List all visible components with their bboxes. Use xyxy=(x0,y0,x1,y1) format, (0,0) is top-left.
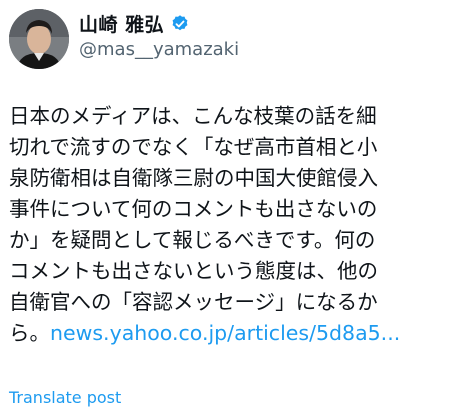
post-text-line: 切れで流すのでなく「なぜ高市首相と小 xyxy=(9,135,378,159)
verified-badge-icon xyxy=(172,14,188,30)
post-text-line: 日本のメディアは、こんな枝葉の話を細 xyxy=(9,104,377,128)
post-text: 日本のメディアは、こんな枝葉の話を細 切れで流すのでなく「なぜ高市首相と小 泉防… xyxy=(9,101,455,349)
author-handle[interactable]: @mas__yamazaki xyxy=(79,39,239,60)
post-text-line: 自衛官への「容認メッセージ」になるか xyxy=(9,290,378,314)
post-text-line-prefix: ら。 xyxy=(9,321,50,345)
avatar[interactable] xyxy=(9,9,69,69)
author-name-row: 山崎 雅弘 xyxy=(79,10,190,37)
post-card: 山崎 雅弘 @mas__yamazaki 日本のメディアは、こんな枝葉の話を細 … xyxy=(0,0,461,410)
post-link[interactable]: news.yahoo.co.jp/articles/5d8a5... xyxy=(50,321,400,345)
post-text-line: 事件について何のコメントも出さないの xyxy=(9,197,378,221)
post-text-line: コメントも出さないという態度は、他の xyxy=(9,259,378,283)
profile-photo xyxy=(9,9,69,69)
post-text-line: 泉防衛相は自衛隊三尉の中国大使館侵入 xyxy=(9,166,378,190)
post-text-line: か」を疑問として報じるべきです。何の xyxy=(9,228,376,252)
author-display-name[interactable]: 山崎 雅弘 xyxy=(79,10,164,37)
translate-post-link[interactable]: Translate post xyxy=(9,388,121,407)
post-text-last-line: ら。news.yahoo.co.jp/articles/5d8a5... xyxy=(9,318,455,349)
